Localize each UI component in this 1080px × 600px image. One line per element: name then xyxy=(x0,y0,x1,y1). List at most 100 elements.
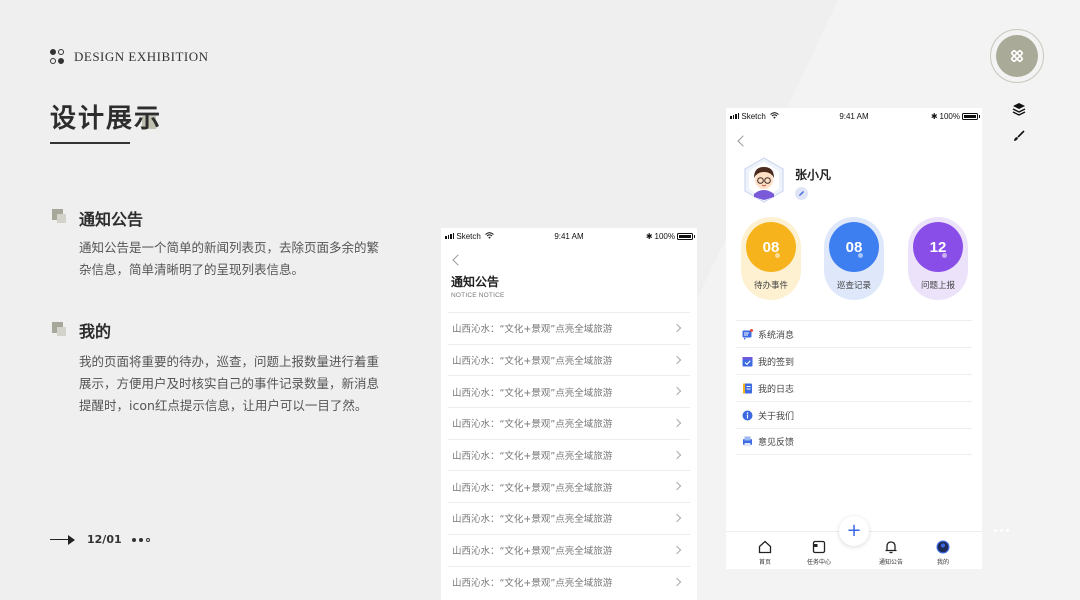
tools-icon xyxy=(996,35,1038,77)
page-title: 设计展示 xyxy=(50,104,163,134)
decorative-dots xyxy=(994,529,1009,532)
notice-item[interactable]: 山西沁水：“文化+景观”点亮全域旅游 xyxy=(448,438,690,471)
tab-label: 通知公告 xyxy=(878,559,903,566)
notice-item-text: 山西沁水：“文化+景观”点亮全域旅游 xyxy=(452,387,613,399)
chevron-right-icon xyxy=(672,418,682,428)
section-title-notice: 通知公告 xyxy=(79,210,144,229)
stat-value: 12 xyxy=(913,222,963,272)
notice-item[interactable]: 山西沁水：“文化+景观”点亮全域旅游 xyxy=(448,343,690,376)
menu-label: 我的日志 xyxy=(758,384,795,395)
arrow-head xyxy=(68,534,75,545)
checkin-icon xyxy=(742,356,753,367)
profile-menu: 系统消息 我的签到 我的日志 关于我们 意见反馈 xyxy=(736,320,972,455)
notice-item-text: 山西沁水：“文化+景观”点亮全域旅游 xyxy=(452,451,613,463)
tab-label: 任务中心 xyxy=(806,559,831,566)
stat-report[interactable]: 12 问题上报 xyxy=(908,217,968,300)
avatar[interactable] xyxy=(740,156,788,204)
section-desc-mine: 我的页面将重要的待办，巡查，问题上报数量进行着重展示，方便用户及时核实自己的事件… xyxy=(79,354,380,413)
stat-value: 08 xyxy=(829,222,879,272)
back-icon[interactable] xyxy=(452,254,464,266)
tab-label: 首页 xyxy=(758,559,771,566)
chevron-right-icon xyxy=(672,355,682,364)
notice-item-text: 山西沁水：“文化+景观”点亮全域旅游 xyxy=(452,514,613,526)
chevron-right-icon xyxy=(672,513,682,523)
layers-icon[interactable] xyxy=(1012,101,1026,116)
notice-item[interactable]: 山西沁水：“文化+景观”点亮全域旅游 xyxy=(448,375,690,407)
profile-icon xyxy=(936,540,950,554)
profile-screen: Sketch 9:41 AM ✱ 100% 张小凡 08 待办事件 08 巡查记… xyxy=(726,108,982,569)
notice-title: 通知公告 xyxy=(451,275,500,289)
page-number: 12/01 xyxy=(87,533,122,546)
battery-icon xyxy=(962,112,980,120)
menu-item-checkin[interactable]: 我的签到 xyxy=(736,347,972,374)
chevron-right-icon xyxy=(672,387,682,396)
tab-notice[interactable]: 通知公告 xyxy=(866,537,916,566)
status-time: 9:41 AM xyxy=(839,111,869,121)
notice-item[interactable]: 山西沁水：“文化+景观”点亮全域旅游 xyxy=(448,502,690,534)
tab-task-center[interactable]: 任务中心 xyxy=(794,537,844,566)
brush-icon[interactable] xyxy=(1012,128,1026,142)
title-underline xyxy=(50,142,130,144)
chevron-right-icon xyxy=(672,577,682,586)
stat-label: 问题上报 xyxy=(920,281,955,291)
chevron-right-icon xyxy=(672,482,682,491)
chevron-right-icon xyxy=(672,323,682,333)
notice-item-text: 山西沁水：“文化+景观”点亮全域旅游 xyxy=(452,356,613,368)
task-icon xyxy=(812,540,826,554)
notice-screen: Sketch 9:41 AM ✱ 100% 通知公告 NOTICE NOTICE… xyxy=(441,228,697,600)
notice-item-text: 山西沁水：“文化+景观”点亮全域旅游 xyxy=(452,419,613,431)
notice-item[interactable]: 山西沁水：“文化+景观”点亮全域旅游 xyxy=(448,533,690,566)
brand-text: DESIGN EXHIBITION xyxy=(74,49,209,64)
brand-logo-icon xyxy=(50,49,64,65)
menu-item-about[interactable]: 关于我们 xyxy=(736,401,972,428)
notice-item-text: 山西沁水：“文化+景观”点亮全域旅游 xyxy=(452,482,613,494)
message-icon xyxy=(742,328,753,340)
pager: 12/01 xyxy=(50,533,150,546)
stat-value: 08 xyxy=(746,222,796,272)
tools-badge[interactable] xyxy=(990,29,1044,83)
chevron-right-icon xyxy=(672,545,682,555)
status-bar: Sketch 9:41 AM ✱ 100% xyxy=(726,108,982,124)
page-indicator[interactable] xyxy=(131,537,150,542)
section-desc-notice: 通知公告是一个简单的新闻列表页，去除页面多余的繁杂信息，简单清晰明了的呈现列表信… xyxy=(79,240,380,277)
section-marker-icon xyxy=(52,209,66,223)
section-marker-icon xyxy=(52,322,66,336)
status-time: 9:41 AM xyxy=(554,231,584,241)
edit-icon[interactable] xyxy=(795,187,808,200)
tab-mine[interactable]: 我的 xyxy=(918,537,968,566)
stat-patrol[interactable]: 08 巡查记录 xyxy=(824,217,884,300)
menu-item-log[interactable]: 我的日志 xyxy=(736,374,972,401)
section-title-mine: 我的 xyxy=(79,322,112,341)
info-icon xyxy=(742,410,753,421)
arrow-right-icon[interactable] xyxy=(50,538,68,541)
notice-item-text: 山西沁水：“文化+景观”点亮全域旅游 xyxy=(452,324,613,336)
notice-list: 山西沁水：“文化+景观”点亮全域旅游 山西沁水：“文化+景观”点亮全域旅游 山西… xyxy=(441,312,697,597)
tab-home[interactable]: 首页 xyxy=(740,537,790,566)
notice-item[interactable]: 山西沁水：“文化+景观”点亮全域旅游 xyxy=(448,312,690,344)
tab-label: 我的 xyxy=(936,559,949,566)
menu-label: 系统消息 xyxy=(758,330,795,341)
battery-icon xyxy=(677,232,695,240)
notice-subtitle: NOTICE NOTICE xyxy=(451,292,505,299)
menu-item-feedback[interactable]: 意见反馈 xyxy=(736,428,972,455)
menu-label: 关于我们 xyxy=(758,411,795,422)
home-icon xyxy=(758,540,772,554)
back-icon[interactable] xyxy=(737,135,749,147)
bell-icon xyxy=(884,540,898,554)
notice-item[interactable]: 山西沁水：“文化+景观”点亮全域旅游 xyxy=(448,565,690,598)
feedback-icon xyxy=(742,436,753,447)
notice-item[interactable]: 山西沁水：“文化+景观”点亮全域旅游 xyxy=(448,470,690,502)
add-button[interactable]: + xyxy=(839,516,869,546)
menu-label: 我的签到 xyxy=(758,357,795,368)
notice-item[interactable]: 山西沁水：“文化+景观”点亮全域旅游 xyxy=(448,407,690,439)
notice-item-text: 山西沁水：“文化+景观”点亮全域旅游 xyxy=(452,577,613,589)
stat-label: 巡查记录 xyxy=(836,281,871,291)
menu-label: 意见反馈 xyxy=(758,438,795,448)
log-icon xyxy=(742,383,753,394)
stat-label: 待办事件 xyxy=(753,281,788,291)
brand: DESIGN EXHIBITION xyxy=(50,49,209,65)
user-name: 张小凡 xyxy=(795,168,832,182)
menu-item-messages[interactable]: 系统消息 xyxy=(736,320,972,347)
notice-item-text: 山西沁水：“文化+景观”点亮全域旅游 xyxy=(452,546,613,558)
stat-todo[interactable]: 08 待办事件 xyxy=(741,217,801,300)
